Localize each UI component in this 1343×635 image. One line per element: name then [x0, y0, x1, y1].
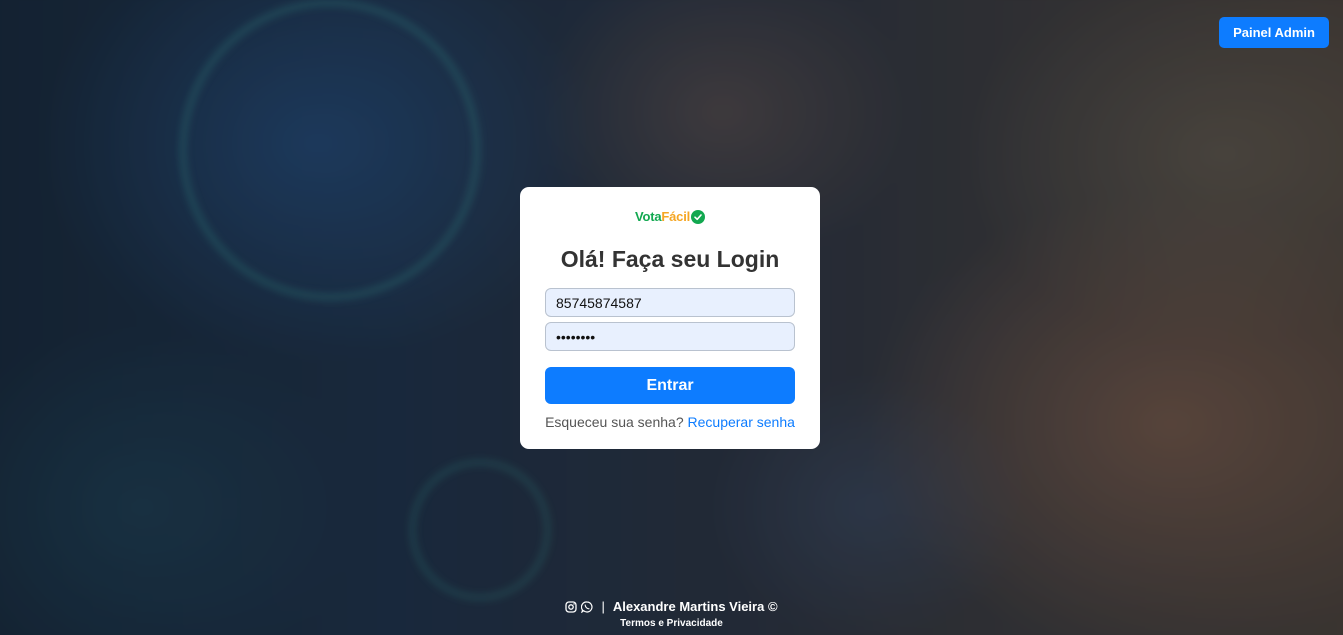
whatsapp-icon[interactable]: [581, 600, 593, 613]
instagram-icon[interactable]: [565, 600, 578, 613]
footer-separator: |: [601, 599, 605, 614]
login-button[interactable]: Entrar: [545, 367, 795, 404]
brand-name-part2: Fácil: [661, 209, 691, 224]
footer-author: Alexandre Martins Vieira ©: [612, 599, 778, 614]
brand-logo: Vota Fácil: [634, 209, 706, 224]
forgot-password-text: Esqueceu sua senha?: [545, 414, 684, 430]
page-title: Olá! Faça seu Login: [560, 246, 780, 272]
recover-password-link[interactable]: Recuperar senha: [688, 414, 795, 430]
username-input[interactable]: [545, 288, 795, 317]
admin-panel-button[interactable]: Painel Admin: [1219, 17, 1329, 48]
footer-credits: | Alexandre Martins Vieira ©: [0, 599, 1343, 614]
footer: | Alexandre Martins Vieira © Termos e Pr…: [0, 599, 1343, 629]
brand-name-part1: Vota: [634, 209, 662, 224]
terms-link[interactable]: Termos e Privacidade: [620, 618, 723, 629]
check-circle-icon: [691, 209, 706, 224]
forgot-password-row: Esqueceu sua senha? Recuperar senha: [545, 414, 795, 430]
login-card: VotaFácil Olá! Faça seu Login Entrar Esq…: [520, 187, 820, 449]
password-input[interactable]: [545, 322, 795, 351]
